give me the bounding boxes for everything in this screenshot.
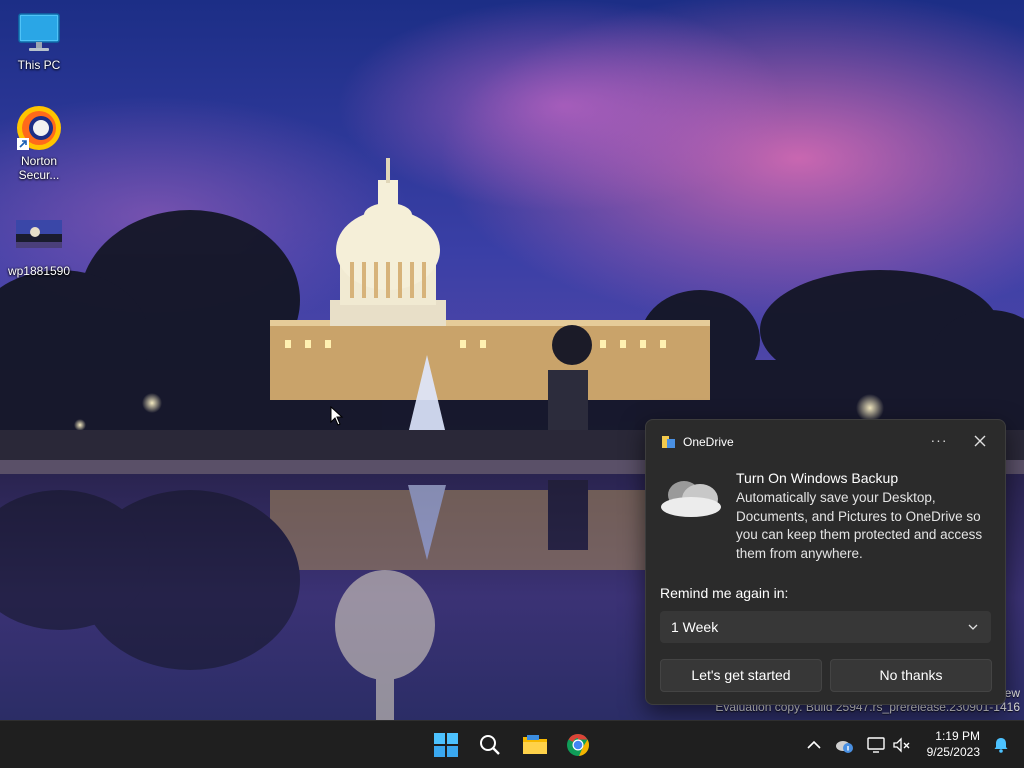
notification-body: Automatically save your Desktop, Documen…	[736, 490, 983, 561]
lets-get-started-button[interactable]: Let's get started	[660, 659, 822, 692]
remind-selected-value: 1 Week	[671, 619, 719, 635]
image-thumbnail-icon	[15, 214, 63, 262]
network-icon[interactable]	[866, 735, 886, 755]
norton-icon	[15, 104, 63, 152]
notification-title: Turn On Windows Backup	[736, 470, 899, 486]
file-explorer-button[interactable]	[514, 725, 554, 765]
desktop-icon-wallpaper-file[interactable]: wp1881590	[3, 214, 75, 278]
watermark-line-1: ew	[1004, 686, 1020, 700]
monitor-icon	[15, 8, 63, 56]
clock-time: 1:19 PM	[935, 729, 980, 743]
mouse-cursor-icon	[330, 406, 344, 426]
chevron-up-icon[interactable]	[804, 735, 824, 755]
chrome-button[interactable]	[558, 725, 598, 765]
desktop-icon-label: Norton Secur...	[18, 154, 60, 182]
notification-app-name: OneDrive	[683, 435, 734, 449]
onedrive-tray-icon[interactable]	[834, 735, 854, 755]
search-button[interactable]	[470, 725, 510, 765]
volume-muted-icon[interactable]	[892, 735, 912, 755]
no-thanks-button[interactable]: No thanks	[830, 659, 992, 692]
notification-header: OneDrive	[662, 434, 734, 450]
desktop-icon-label: wp1881590	[7, 264, 71, 278]
remind-label: Remind me again in:	[660, 585, 789, 601]
clock-date: 9/25/2023	[926, 745, 980, 759]
onedrive-icon	[662, 436, 675, 448]
chrome-icon	[567, 734, 590, 756]
start-button[interactable]	[426, 725, 466, 765]
onedrive-notification: OneDrive ··· Turn On Windows Backup Auto…	[645, 419, 1006, 705]
cloud-icon	[661, 481, 721, 517]
bell-icon[interactable]	[992, 736, 1010, 754]
system-clock[interactable]: 1:19 PM 9/25/2023	[927, 728, 980, 760]
desktop-icon-norton[interactable]: Norton Secur...	[3, 104, 75, 182]
desktop-icon-label: This PC	[17, 58, 61, 72]
start-icon	[434, 733, 458, 757]
desktop-icon-this-pc[interactable]: This PC	[3, 8, 75, 72]
chevron-down-icon	[968, 624, 978, 630]
remind-interval-dropdown[interactable]: 1 Week	[660, 611, 991, 643]
more-icon[interactable]: ···	[929, 432, 949, 450]
close-icon[interactable]	[971, 432, 989, 450]
taskbar: 1:19 PM 9/25/2023	[0, 720, 1024, 768]
search-icon	[480, 735, 500, 755]
file-explorer-icon	[523, 735, 547, 754]
